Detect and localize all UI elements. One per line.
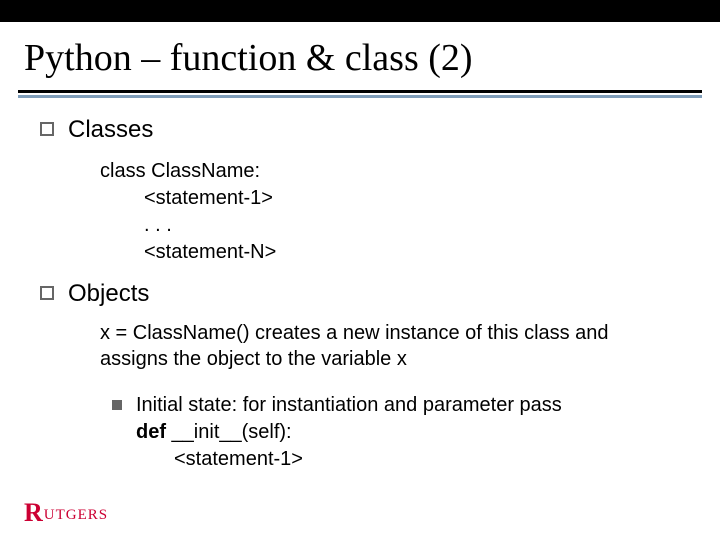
initial-state-text: Initial state: for instantiation and par… bbox=[136, 392, 562, 419]
objects-label: Objects bbox=[68, 280, 149, 308]
title-underline bbox=[18, 90, 702, 98]
objects-body-text: x = ClassName() creates a new instance o… bbox=[40, 316, 692, 388]
code-line: <statement-1> bbox=[100, 185, 692, 212]
code-line: class ClassName: bbox=[100, 158, 692, 185]
logo-r-letter: R bbox=[24, 500, 43, 526]
filled-square-icon bbox=[112, 400, 122, 410]
classes-code: class ClassName: <statement-1> . . . <st… bbox=[40, 152, 692, 280]
logo-rest-letters: UTGERS bbox=[44, 507, 108, 524]
code-line: def __init__(self): bbox=[136, 419, 562, 446]
code-line: <statement-N> bbox=[100, 239, 692, 266]
rutgers-logo: R UTGERS bbox=[24, 500, 108, 526]
objects-bullet-row: Objects bbox=[40, 280, 692, 308]
hollow-square-icon bbox=[40, 122, 54, 136]
initial-state-sub-bullet: Initial state: for instantiation and par… bbox=[40, 392, 692, 473]
code-line: . . . bbox=[100, 212, 692, 239]
init-code: def __init__(self): <statement-1> bbox=[136, 419, 562, 473]
classes-label: Classes bbox=[68, 116, 153, 144]
slide-title: Python – function & class (2) bbox=[0, 22, 720, 90]
code-line: <statement-1> bbox=[136, 446, 562, 473]
content-area: Classes class ClassName: <statement-1> .… bbox=[0, 98, 720, 473]
hollow-square-icon bbox=[40, 286, 54, 300]
top-black-bar bbox=[0, 0, 720, 22]
classes-bullet-row: Classes bbox=[40, 116, 692, 144]
